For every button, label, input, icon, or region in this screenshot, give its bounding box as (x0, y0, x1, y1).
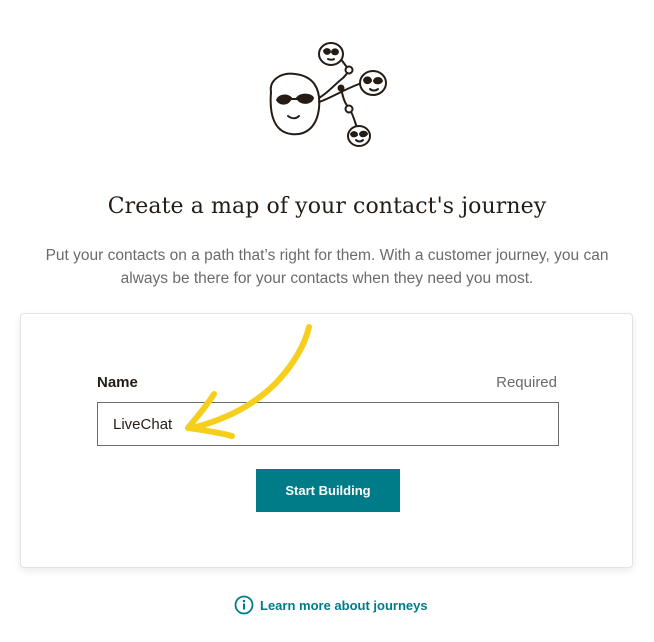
required-indicator: Required (496, 374, 557, 391)
info-icon (234, 595, 254, 615)
learn-more-link[interactable]: Learn more about journeys (234, 593, 428, 617)
journey-form-card: Name Required Start Building (20, 313, 633, 568)
page-description: Put your contacts on a path that’s right… (45, 247, 609, 287)
learn-more-label: Learn more about journeys (260, 597, 428, 613)
start-building-button[interactable]: Start Building (256, 469, 400, 512)
name-input[interactable] (97, 402, 559, 446)
page-title: Create a map of your contact's journey (107, 194, 547, 219)
journey-map-faces-icon (269, 42, 387, 147)
name-field-label: Name (97, 374, 138, 391)
